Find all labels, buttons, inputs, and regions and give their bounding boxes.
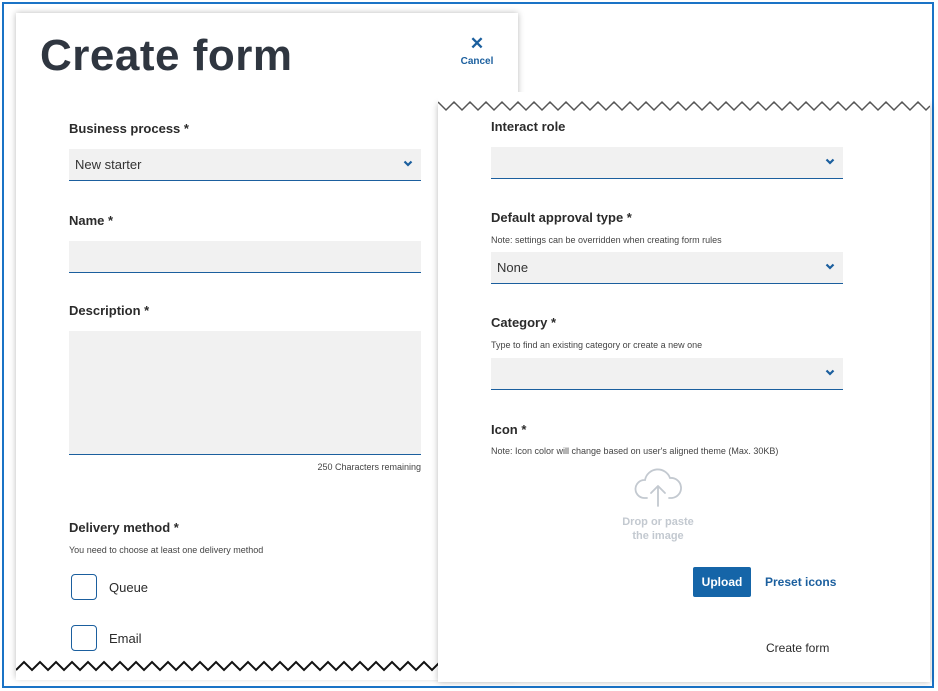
default-approval-type-label: Default approval type *: [491, 210, 632, 225]
chevron-down-icon: [825, 369, 835, 376]
email-label: Email: [109, 631, 142, 646]
description-label: Description *: [69, 303, 150, 318]
category-select[interactable]: [491, 358, 843, 390]
form-settings-panel: Interact role Default approval type * No…: [438, 104, 930, 682]
queue-label: Queue: [109, 580, 149, 595]
characters-remaining: 250 Characters remaining: [317, 462, 421, 472]
upload-button[interactable]: Upload: [693, 567, 751, 597]
drop-text-line2: the image: [632, 530, 684, 542]
category-label: Category *: [491, 315, 557, 330]
name-label: Name *: [69, 213, 114, 228]
delivery-method-note: You need to choose at least one delivery…: [69, 545, 264, 555]
chevron-down-icon: [825, 263, 835, 270]
default-approval-type-select[interactable]: None: [491, 252, 843, 284]
preset-icons-link[interactable]: Preset icons: [765, 575, 836, 589]
page-title: Create form: [40, 31, 293, 80]
default-approval-type-value: None: [497, 260, 529, 275]
create-form-button[interactable]: Create form: [766, 641, 829, 655]
queue-checkbox[interactable]: [71, 574, 97, 600]
interact-role-label: Interact role: [491, 119, 566, 134]
business-process-label: Business process *: [69, 121, 189, 136]
cloud-upload-icon: [634, 468, 682, 507]
close-icon[interactable]: ✕: [458, 35, 496, 53]
default-approval-type-note: Note: settings can be overridden when cr…: [491, 235, 722, 245]
business-process-select[interactable]: New starter: [69, 149, 421, 181]
chevron-down-icon: [403, 160, 413, 167]
category-note: Type to find an existing category or cre…: [491, 340, 703, 350]
description-field[interactable]: [69, 331, 421, 455]
icon-note: Note: Icon color will change based on us…: [491, 446, 779, 456]
delivery-method-label: Delivery method *: [69, 520, 179, 535]
torn-edge-top: [438, 92, 930, 112]
drop-text-line1: Drop or paste: [622, 516, 694, 528]
image-drop-zone[interactable]: Drop or paste the image: [608, 464, 708, 554]
cancel-button[interactable]: ✕ Cancel: [458, 35, 496, 68]
interact-role-select[interactable]: [491, 147, 843, 179]
business-process-value: New starter: [75, 157, 142, 172]
icon-label: Icon *: [491, 422, 527, 437]
cancel-label: Cancel: [460, 56, 494, 67]
name-field[interactable]: [69, 241, 421, 273]
email-checkbox[interactable]: [71, 625, 97, 651]
chevron-down-icon: [825, 158, 835, 165]
torn-edge-bottom: [16, 660, 440, 680]
